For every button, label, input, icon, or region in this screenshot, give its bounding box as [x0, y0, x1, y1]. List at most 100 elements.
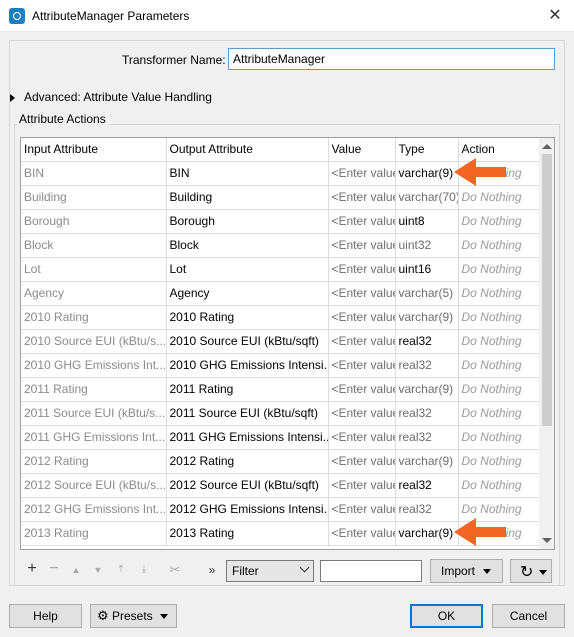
input-attribute-cell[interactable]: Block — [21, 233, 167, 258]
value-cell[interactable]: <Enter value> — [328, 329, 396, 354]
output-attribute-cell[interactable]: 2013 Rating — [166, 521, 329, 546]
input-attribute-cell[interactable]: Lot — [21, 257, 167, 282]
action-cell[interactable]: Do Nothing — [458, 473, 539, 498]
action-cell[interactable]: Do Nothing — [458, 305, 539, 330]
value-cell[interactable]: <Enter value> — [328, 497, 396, 522]
value-cell[interactable]: <Enter value> — [328, 185, 396, 210]
type-cell[interactable]: varchar(9) — [395, 521, 459, 546]
scroll-down-icon[interactable] — [542, 538, 552, 543]
type-cell[interactable]: uint16 — [395, 257, 459, 282]
type-cell[interactable]: real32 — [395, 497, 459, 522]
value-cell[interactable]: <Enter value> — [328, 353, 396, 378]
value-cell[interactable]: <Enter value> — [328, 473, 396, 498]
output-attribute-cell[interactable]: 2012 GHG Emissions Intensi... — [166, 497, 329, 522]
type-cell[interactable]: varchar(9) — [395, 161, 459, 186]
scroll-up-icon[interactable] — [542, 144, 552, 149]
input-attribute-cell[interactable]: Borough — [21, 209, 167, 234]
type-cell[interactable]: real32 — [395, 329, 459, 354]
output-attribute-cell[interactable]: BIN — [166, 161, 329, 186]
column-header-output[interactable]: Output Attribute — [166, 138, 329, 162]
transformer-name-input[interactable]: AttributeManager — [228, 48, 555, 70]
output-attribute-cell[interactable]: Agency — [166, 281, 329, 306]
output-attribute-cell[interactable]: 2011 Rating — [166, 377, 329, 402]
table-row[interactable]: 2012 Rating2012 Rating<Enter value>varch… — [21, 449, 539, 474]
type-cell[interactable]: real32 — [395, 425, 459, 450]
type-cell[interactable]: varchar(9) — [395, 377, 459, 402]
action-cell[interactable]: Do Nothing — [458, 281, 539, 306]
action-cell[interactable]: Do Nothing — [458, 353, 539, 378]
type-cell[interactable]: varchar(5) — [395, 281, 459, 306]
table-row[interactable]: 2011 Source EUI (kBtu/s... 2011 Source EU… — [21, 401, 539, 426]
output-attribute-cell[interactable]: Block — [166, 233, 329, 258]
table-row[interactable]: AgencyAgency<Enter value>varchar(5)Do No… — [21, 281, 539, 306]
action-cell[interactable]: Do Nothing — [458, 329, 539, 354]
table-row[interactable]: BlockBlock<Enter value>uint32Do Nothing — [21, 233, 539, 258]
input-attribute-cell[interactable]: 2011 Source EUI (kBtu/s... — [21, 401, 167, 426]
value-cell[interactable]: <Enter value> — [328, 281, 396, 306]
input-attribute-cell[interactable]: BIN — [21, 161, 167, 186]
table-row[interactable]: 2012 Source EUI (kBtu/s... 2012 Source EU… — [21, 473, 539, 498]
filter-input[interactable] — [320, 560, 422, 582]
type-cell[interactable]: real32 — [395, 473, 459, 498]
output-attribute-cell[interactable]: 2011 Source EUI (kBtu/sqft) — [166, 401, 329, 426]
vertical-scrollbar[interactable] — [539, 137, 555, 550]
type-cell[interactable]: varchar(70) — [395, 185, 459, 210]
value-cell[interactable]: <Enter value> — [328, 449, 396, 474]
value-cell[interactable]: <Enter value> — [328, 401, 396, 426]
output-attribute-cell[interactable]: 2010 Source EUI (kBtu/sqft) — [166, 329, 329, 354]
input-attribute-cell[interactable]: 2013 Rating — [21, 521, 167, 546]
move-bottom-icon[interactable]: ⤓ — [136, 564, 152, 575]
type-cell[interactable]: varchar(9) — [395, 449, 459, 474]
table-row[interactable]: LotLot<Enter value>uint16Do Nothing — [21, 257, 539, 282]
value-cell[interactable]: <Enter value> — [328, 161, 396, 186]
plus-icon[interactable]: + — [24, 560, 40, 578]
value-cell[interactable]: <Enter value> — [328, 377, 396, 402]
action-cell[interactable]: Do Nothing — [458, 233, 539, 258]
action-cell[interactable]: Do Nothing — [458, 401, 539, 426]
type-cell[interactable]: uint8 — [395, 209, 459, 234]
output-attribute-cell[interactable]: 2012 Rating — [166, 449, 329, 474]
move-down-icon[interactable]: ▼ — [90, 565, 106, 575]
value-cell[interactable]: <Enter value> — [328, 233, 396, 258]
help-button[interactable]: Help — [9, 604, 82, 628]
action-cell[interactable]: Do Nothing — [458, 377, 539, 402]
minus-icon[interactable]: − — [46, 560, 62, 578]
input-attribute-cell[interactable]: 2010 GHG Emissions Int... — [21, 353, 167, 378]
input-attribute-cell[interactable]: 2010 Source EUI (kBtu/s... — [21, 329, 167, 354]
table-row[interactable]: BoroughBorough<Enter value>uint8Do Nothi… — [21, 209, 539, 234]
action-cell[interactable]: Do Nothing — [458, 425, 539, 450]
input-attribute-cell[interactable]: Agency — [21, 281, 167, 306]
input-attribute-cell[interactable]: 2012 Rating — [21, 449, 167, 474]
import-button[interactable]: Import — [430, 559, 503, 583]
output-attribute-cell[interactable]: 2010 Rating — [166, 305, 329, 330]
close-icon[interactable]: ✕ — [540, 4, 570, 28]
value-cell[interactable]: <Enter value> — [328, 425, 396, 450]
presets-button[interactable]: ⚙ Presets — [90, 604, 177, 628]
output-attribute-cell[interactable]: Building — [166, 185, 329, 210]
table-row[interactable]: 2011 GHG Emissions Int... 2011 GHG Emissi… — [21, 425, 539, 450]
more-icon[interactable]: » — [204, 563, 220, 577]
value-cell[interactable]: <Enter value> — [328, 209, 396, 234]
table-row[interactable]: 2011 Rating2011 Rating<Enter value>varch… — [21, 377, 539, 402]
move-top-icon[interactable]: ⤒ — [113, 564, 129, 575]
filter-dropdown[interactable]: Filter — [226, 560, 314, 582]
table-row[interactable]: 2010 GHG Emissions Int... 2010 GHG Emissi… — [21, 353, 539, 378]
table-row[interactable]: 2010 Rating2010 Rating<Enter value>varch… — [21, 305, 539, 330]
type-cell[interactable]: varchar(9) — [395, 305, 459, 330]
scroll-thumb[interactable] — [542, 154, 552, 426]
table-row[interactable]: 2010 Source EUI (kBtu/s... 2010 Source EU… — [21, 329, 539, 354]
input-attribute-cell[interactable]: Building — [21, 185, 167, 210]
refresh-button[interactable]: ↻ — [510, 559, 552, 583]
advanced-section-toggle[interactable]: Advanced: Attribute Value Handling — [10, 90, 212, 104]
type-cell[interactable]: uint32 — [395, 233, 459, 258]
action-cell[interactable]: Do Nothing — [458, 209, 539, 234]
output-attribute-cell[interactable]: Lot — [166, 257, 329, 282]
input-attribute-cell[interactable]: 2010 Rating — [21, 305, 167, 330]
output-attribute-cell[interactable]: 2010 GHG Emissions Intensi... — [166, 353, 329, 378]
value-cell[interactable]: <Enter value> — [328, 257, 396, 282]
action-cell[interactable]: Do Nothing — [458, 449, 539, 474]
cancel-button[interactable]: Cancel — [492, 604, 565, 628]
output-attribute-cell[interactable]: 2012 Source EUI (kBtu/sqft) — [166, 473, 329, 498]
move-up-icon[interactable]: ▲ — [68, 565, 84, 575]
output-attribute-cell[interactable]: Borough — [166, 209, 329, 234]
